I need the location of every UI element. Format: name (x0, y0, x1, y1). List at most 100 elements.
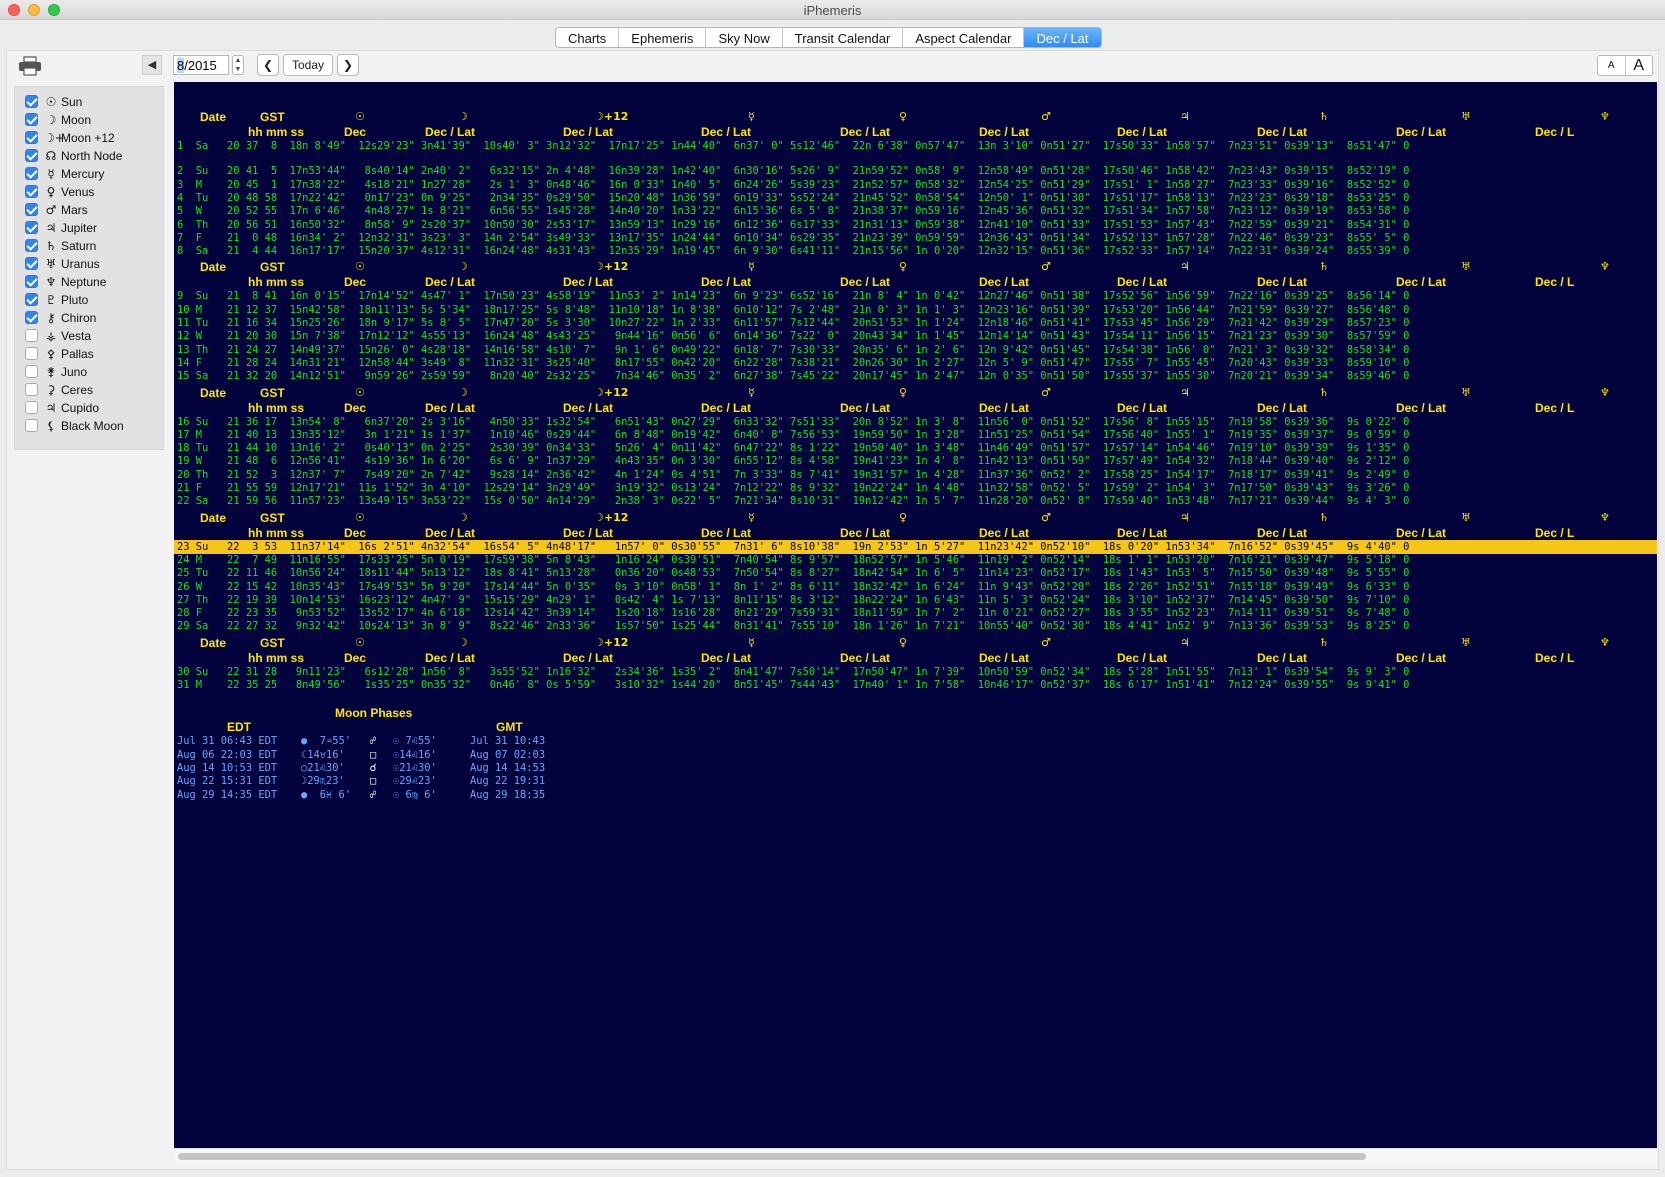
date-stepper[interactable]: ▲ ▼ (232, 55, 244, 75)
planet-glyph-icon: ♇ (45, 292, 57, 307)
table-row[interactable]: 19 W 21 48 6 12n56'41" 4s19'36" 1n 6'20"… (177, 455, 1409, 468)
header-planet-glyph-icon: ☽ (458, 110, 468, 123)
sidebar-item-saturn[interactable]: ♄ Saturn (25, 237, 96, 254)
sidebar-item-mercury[interactable]: ☿ Mercury (25, 165, 104, 182)
checkbox[interactable] (25, 275, 38, 288)
table-row[interactable]: 2 Su 20 41 5 17n53'44" 8s40'14" 2n40' 2"… (177, 165, 1409, 178)
table-row[interactable]: 16 Su 21 36 17 13n54' 8" 6n37'20" 2s 3'1… (177, 416, 1409, 429)
tab-charts[interactable]: Charts (556, 28, 620, 47)
checkbox[interactable] (25, 329, 38, 342)
table-row[interactable]: 5 W 20 52 55 17n 6'46" 4n48'27" 1s 8'21"… (177, 205, 1409, 218)
sidebar-item-vesta[interactable]: ⚶ Vesta (25, 327, 91, 344)
header-planet-glyph-icon: ☽+12 (594, 260, 629, 274)
sidebar-item-label: Neptune (61, 274, 107, 289)
checkbox[interactable] (25, 113, 38, 126)
table-row[interactable]: 7 F 21 0 48 16n34' 2" 12n32'31" 3s23' 3"… (177, 232, 1409, 245)
header-planet-glyph-icon: ♅ (1461, 260, 1471, 274)
checkbox[interactable] (25, 149, 38, 162)
table-row[interactable]: 10 M 21 12 37 15n42'58" 18n11'13" 5s 5'3… (177, 304, 1409, 317)
tab-aspect-calendar[interactable]: Aspect Calendar (903, 28, 1025, 47)
sidebar-item-sun[interactable]: ☉ Sun (25, 93, 82, 110)
font-larger-button[interactable]: A (1626, 56, 1653, 75)
checkbox[interactable] (25, 131, 38, 144)
sidebar-item-venus[interactable]: ♀ Venus (25, 183, 94, 200)
checkbox[interactable] (25, 293, 38, 306)
table-row[interactable]: 14 F 21 28 24 14n31'21" 12n58'44" 3s49' … (177, 357, 1409, 370)
next-month-button[interactable]: ❯ (337, 54, 359, 76)
checkbox[interactable] (25, 95, 38, 108)
font-smaller-button[interactable]: A (1598, 56, 1626, 75)
table-row[interactable]: 1 Sa 20 37 8 18n 8'49" 12s29'23" 3n41'39… (177, 140, 1409, 153)
checkbox[interactable] (25, 239, 38, 252)
checkbox[interactable] (25, 257, 38, 270)
sidebar-item-pallas[interactable]: ⚴ Pallas (25, 345, 94, 362)
table-row[interactable]: 9 Su 21 8 41 16n 0'15" 17n14'52" 4s47' 1… (177, 290, 1409, 303)
scrollbar-thumb[interactable] (178, 1153, 1366, 1160)
month-year-field[interactable]: 8/2015 (173, 55, 229, 75)
table-row[interactable]: 29 Sa 22 27 32 9n32'42" 10s24'13" 3n 8' … (177, 620, 1409, 633)
tab-transit-calendar[interactable]: Transit Calendar (783, 28, 904, 47)
table-row[interactable]: 27 Th 22 19 39 10n14'53" 16s23'12" 4n47'… (177, 594, 1409, 607)
table-row[interactable]: 8 Sa 21 4 44 16n17'17" 15n20'37" 4s12'31… (177, 245, 1409, 258)
checkbox[interactable] (25, 167, 38, 180)
sidebar-item-north-node[interactable]: ☊ North Node (25, 147, 122, 164)
previous-month-button[interactable]: ❮ (257, 54, 279, 76)
table-row[interactable]: 21 F 21 55 59 12n17'21" 11s 1'52" 3n 4'1… (177, 482, 1409, 495)
header-dec-lat: Dec / Lat (425, 275, 476, 290)
table-row[interactable]: 28 F 22 23 35 9n53'52" 13s52'17" 4n 6'18… (177, 607, 1409, 620)
table-row[interactable]: 30 Su 22 31 28 9n11'23" 6s12'28" 1n56' 8… (177, 666, 1409, 679)
sidebar-item-mars[interactable]: ♂ Mars (25, 201, 88, 218)
table-row[interactable]: 31 M 22 35 25 8n49'56" 1s35'25" 0n35'32"… (177, 679, 1409, 692)
sidebar-item-juno[interactable]: ⚵ Juno (25, 363, 87, 380)
sidebar-item-chiron[interactable]: ⚷ Chiron (25, 309, 96, 326)
header-planet-glyph-icon: ☉ (355, 110, 365, 123)
sidebar-item-neptune[interactable]: ♆ Neptune (25, 273, 106, 290)
table-row[interactable]: 4 Tu 20 48 58 17n22'42" 0n17'23" 0n 9'25… (177, 192, 1409, 205)
tab-ephemeris[interactable]: Ephemeris (619, 28, 707, 47)
table-row[interactable]: 3 M 20 45 1 17n38'22" 4s18'21" 1n27'28" … (177, 179, 1409, 192)
table-row[interactable]: 20 Th 21 52 3 12n37' 7" 7s49'20" 2n 7'42… (177, 469, 1409, 482)
checkbox[interactable] (25, 221, 38, 234)
sidebar-item-moon-+12[interactable]: ☽+ Moon +12 (25, 129, 115, 146)
table-row[interactable]: 15 Sa 21 32 20 14n12'51" 9n59'26" 2s59'5… (177, 370, 1409, 383)
checkbox[interactable] (25, 347, 38, 360)
checkbox[interactable] (25, 365, 38, 378)
checkbox[interactable] (25, 419, 38, 432)
table-row[interactable]: 24 M 22 7 49 11n16'55" 17s33'25" 5n 0'19… (177, 554, 1409, 567)
sidebar-item-jupiter[interactable]: ♃ Jupiter (25, 219, 97, 236)
checkbox[interactable] (25, 401, 38, 414)
header-dec-lat: Dec / Lat (563, 125, 614, 139)
table-row[interactable]: 13 Th 21 24 27 14n49'37" 15n26' 0" 4s28'… (177, 344, 1409, 357)
tab-dec-lat[interactable]: Dec / Lat (1024, 28, 1101, 47)
checkbox[interactable] (25, 311, 38, 324)
header-dec-lat: Dec / Lat (701, 125, 752, 139)
checkbox[interactable] (25, 185, 38, 198)
table-row[interactable]: 26 W 22 15 42 10n35'43" 17s49'53" 5n 9'2… (177, 581, 1409, 594)
sidebar-item-ceres[interactable]: ⚳ Ceres (25, 381, 93, 398)
table-row[interactable]: 22 Sa 21 59 56 11n57'23" 13s49'15" 3n53'… (177, 495, 1409, 508)
table-row[interactable]: 6 Th 20 56 51 16n50'32" 8n58' 9" 2s20'37… (177, 219, 1409, 232)
table-row[interactable]: 11 Tu 21 16 34 15n25'26" 18n 9'17" 5s 8'… (177, 317, 1409, 330)
table-row[interactable]: 17 M 21 40 13 13n35'12" 3n 1'21" 1s 1'37… (177, 429, 1409, 442)
sidebar-item-uranus[interactable]: ♅ Uranus (25, 255, 100, 272)
sidebar-item-cupido[interactable]: ♃ Cupido (25, 399, 99, 416)
header-dec-lat: Dec / Lat (425, 650, 476, 665)
sidebar-item-label: Jupiter (61, 220, 98, 235)
collapse-sidebar-button[interactable]: ◀ (142, 55, 162, 75)
table-row[interactable]: 18 Tu 21 44 10 13n16' 2" 0s40'13" 0n 2'2… (177, 442, 1409, 455)
checkbox[interactable] (25, 383, 38, 396)
moon-phase-edt: Aug 22 15:31 EDT (177, 775, 278, 788)
table-row[interactable]: 12 W 21 20 30 15n 7'38" 17n12'12" 4s55'1… (177, 330, 1409, 343)
today-button[interactable]: Today (283, 54, 333, 76)
sidebar-item-moon[interactable]: ☽ Moon (25, 111, 91, 128)
tab-sky-now[interactable]: Sky Now (706, 28, 783, 47)
checkbox[interactable] (25, 203, 38, 216)
header-dec-lat: Dec / Lat (840, 125, 891, 139)
sidebar-item-pluto[interactable]: ♇ Pluto (25, 291, 88, 308)
horizontal-scrollbar[interactable] (174, 1148, 1657, 1162)
printer-icon[interactable] (18, 56, 42, 76)
table-row[interactable]: 23 Su 22 3 53 11n37'14" 16s 2'51" 4n32'5… (177, 541, 1409, 554)
sidebar-item-black-moon[interactable]: ⚸ Black Moon (25, 417, 124, 434)
table-row[interactable]: 25 Tu 22 11 46 10n56'24" 18s11'44" 5n13'… (177, 567, 1409, 580)
sidebar-item-label: Chiron (61, 310, 97, 325)
